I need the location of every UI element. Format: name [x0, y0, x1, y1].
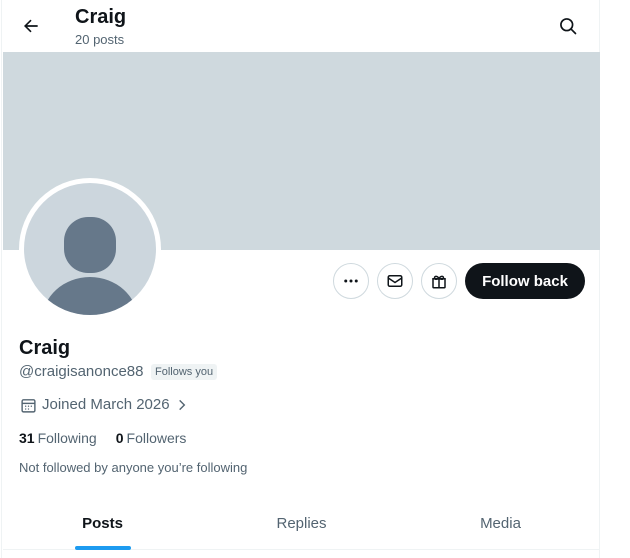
more-horizontal-icon [344, 279, 358, 283]
follow-stats: 31 Following 0 Followers [19, 429, 186, 447]
joined-date[interactable]: Joined March 2026 [20, 396, 189, 414]
avatar[interactable] [19, 178, 161, 320]
tab-label: Posts [82, 514, 123, 532]
tab-replies[interactable]: Replies [202, 497, 401, 549]
default-avatar-icon [24, 183, 156, 315]
following-count: 31 [19, 430, 35, 446]
joined-label: Joined March 2026 [42, 396, 170, 413]
calendar-icon [21, 398, 36, 413]
gift-icon [432, 275, 446, 289]
chevron-right-icon [178, 399, 185, 411]
tab-label: Replies [276, 514, 327, 532]
tab-media[interactable]: Media [401, 497, 600, 549]
followers-count: 0 [115, 430, 124, 446]
tab-posts[interactable]: Posts [3, 497, 202, 550]
header-title: Craig [75, 6, 127, 28]
following-label: Following [37, 430, 97, 446]
profile-tabs: Posts Replies Media [3, 497, 600, 550]
following-link[interactable]: 31 Following [19, 429, 97, 447]
header-post-count: 20 posts [75, 32, 125, 47]
active-tab-indicator [74, 546, 131, 550]
gift-button[interactable] [421, 263, 457, 299]
tab-label: Media [480, 514, 521, 532]
profile-display-name: Craig [19, 337, 71, 359]
envelope-icon [387, 275, 403, 287]
back-button[interactable] [14, 9, 48, 43]
more-options-button[interactable] [333, 263, 369, 299]
follows-you-badge: Follows you [151, 364, 218, 380]
search-button[interactable] [551, 9, 585, 43]
profile-column: Craig 20 posts Follow back Craig @craigi… [1, 0, 600, 558]
profile-handle: @craigisanonce88 [19, 363, 144, 380]
follow-back-button[interactable]: Follow back [465, 263, 585, 299]
search-icon [560, 18, 577, 35]
mutuals-note: Not followed by anyone you’re following [19, 460, 248, 475]
message-button[interactable] [377, 263, 413, 299]
followers-link[interactable]: 0 Followers [116, 429, 187, 447]
followers-label: Followers [126, 430, 187, 446]
arrow-left-icon [24, 19, 38, 33]
